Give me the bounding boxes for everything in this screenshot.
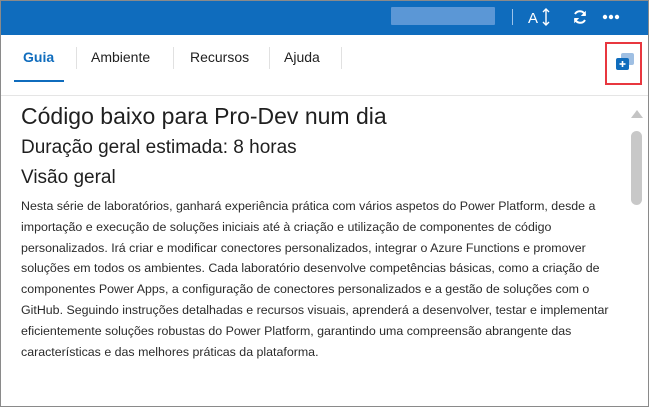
duration-heading: Duração geral estimada: 8 horas — [21, 137, 297, 158]
lab-guide-panel: A Guia Ambiente Recursos Ajuda Código ba… — [0, 0, 649, 407]
user-info-redacted — [391, 7, 495, 25]
scrollbar-thumb[interactable] — [631, 131, 642, 205]
tab-divider — [173, 47, 174, 69]
tab-guia[interactable]: Guia — [23, 49, 54, 65]
more-options-icon[interactable] — [599, 5, 623, 29]
tab-ambiente[interactable]: Ambiente — [91, 49, 150, 65]
vertical-scrollbar[interactable] — [627, 104, 647, 404]
text-size-icon[interactable]: A — [527, 5, 553, 29]
tab-divider — [76, 47, 77, 69]
tab-recursos[interactable]: Recursos — [190, 49, 249, 65]
refresh-icon[interactable] — [569, 5, 591, 29]
svg-text:A: A — [528, 10, 538, 27]
scroll-up-arrow-icon[interactable] — [631, 110, 643, 118]
page-title: Código baixo para Pro-Dev num dia — [21, 103, 387, 129]
tab-divider — [269, 47, 270, 69]
guide-content: Código baixo para Pro-Dev num dia Duraçã… — [1, 96, 626, 406]
overview-heading: Visão geral — [21, 167, 116, 188]
top-toolbar: A — [1, 1, 648, 35]
tab-bar: Guia Ambiente Recursos Ajuda — [1, 35, 648, 95]
tab-divider — [341, 47, 342, 69]
toolbar-divider — [512, 9, 513, 25]
tab-ajuda[interactable]: Ajuda — [284, 49, 320, 65]
open-in-new-window-icon[interactable] — [614, 52, 636, 72]
overview-paragraph: Nesta série de laboratórios, ganhará exp… — [21, 199, 609, 359]
active-tab-indicator — [14, 80, 64, 82]
